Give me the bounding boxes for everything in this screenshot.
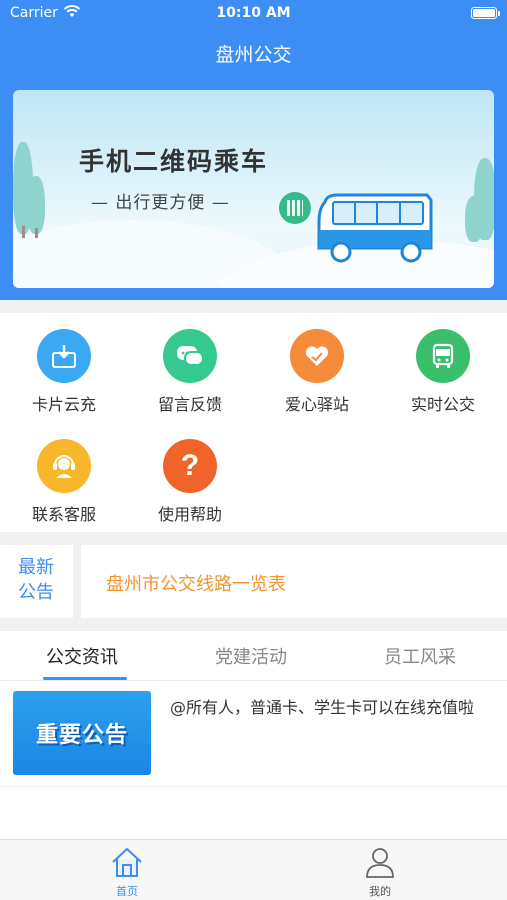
divider <box>0 680 507 681</box>
announcement-bar[interactable]: 最新 公告 盘州市公交线路一览表 <box>0 545 507 618</box>
tab-staff-style[interactable]: 员工风采 <box>384 643 456 669</box>
news-thumbnail[interactable]: 重要公告 <box>13 691 151 775</box>
heart-station-icon <box>290 329 344 383</box>
announcement-tag: 最新 公告 <box>0 545 72 618</box>
service-help[interactable]: ? 使用帮助 <box>140 439 240 525</box>
banner-headline: 手机二维码乘车 <box>79 147 269 176</box>
tabbar-item-mine[interactable]: 我的 <box>340 846 420 899</box>
message-feedback-icon <box>163 329 217 383</box>
tree-illustration <box>465 196 483 242</box>
service-realtime-bus[interactable]: 实时公交 <box>393 329 493 415</box>
clock: 10:10 AM <box>216 5 291 21</box>
help-icon: ? <box>163 439 217 493</box>
service-customer-service[interactable]: 联系客服 <box>14 439 114 525</box>
service-label: 卡片云充 <box>31 395 96 414</box>
service-heart-station[interactable]: 爱心驿站 <box>267 329 367 415</box>
divider <box>0 786 507 787</box>
news-section: 公交资讯 党建活动 员工风采 重要公告 @所有人，普通卡、学生卡可以在线充值啦 <box>0 631 507 839</box>
bus-illustration <box>317 193 433 263</box>
tabbar-label: 我的 <box>369 885 391 898</box>
tabbar-item-home[interactable]: 首页 <box>87 846 167 899</box>
service-card-recharge[interactable]: 卡片云充 <box>14 329 114 415</box>
banner-subline: — 出行更方便 — <box>91 193 230 213</box>
tree-trunk <box>22 226 25 238</box>
status-bar: Carrier 10:10 AM <box>0 0 507 28</box>
battery-icon <box>471 7 500 19</box>
service-label: 联系客服 <box>31 505 96 524</box>
bus-icon <box>416 329 470 383</box>
announcement-message[interactable]: 盘州市公交线路一览表 <box>106 570 286 596</box>
service-grid: 卡片云充 留言反馈 爱心驿站 实时公交 联系客服 ? 使用帮助 <box>0 313 507 532</box>
divider <box>73 545 81 618</box>
tree-trunk <box>35 228 38 238</box>
promo-banner[interactable]: 手机二维码乘车 — 出行更方便 — <box>13 90 494 288</box>
service-label: 使用帮助 <box>157 505 222 524</box>
service-label: 留言反馈 <box>157 395 222 414</box>
service-label: 实时公交 <box>410 395 475 414</box>
service-label: 爱心驿站 <box>284 395 349 414</box>
news-thumbnail-text: 重要公告 <box>35 723 128 748</box>
news-item-text[interactable]: @所有人，普通卡、学生卡可以在线充值啦 <box>170 697 480 719</box>
bottom-tab-bar: 首页 我的 <box>0 839 507 900</box>
announcement-tag-line1: 最新 <box>18 557 54 578</box>
card-recharge-icon <box>37 329 91 383</box>
announcement-tag-line2: 公告 <box>18 582 54 603</box>
qr-code-icon <box>279 192 311 224</box>
service-message-feedback[interactable]: 留言反馈 <box>140 329 240 415</box>
tree-illustration <box>27 176 45 234</box>
tab-party-activities[interactable]: 党建活动 <box>215 643 287 669</box>
home-icon <box>112 847 142 877</box>
tabbar-label: 首页 <box>116 885 138 898</box>
customer-service-icon <box>37 439 91 493</box>
tab-bus-news[interactable]: 公交资讯 <box>46 643 118 669</box>
user-icon <box>366 848 394 878</box>
page-title: 盘州公交 <box>215 44 292 66</box>
active-tab-indicator <box>43 677 127 680</box>
